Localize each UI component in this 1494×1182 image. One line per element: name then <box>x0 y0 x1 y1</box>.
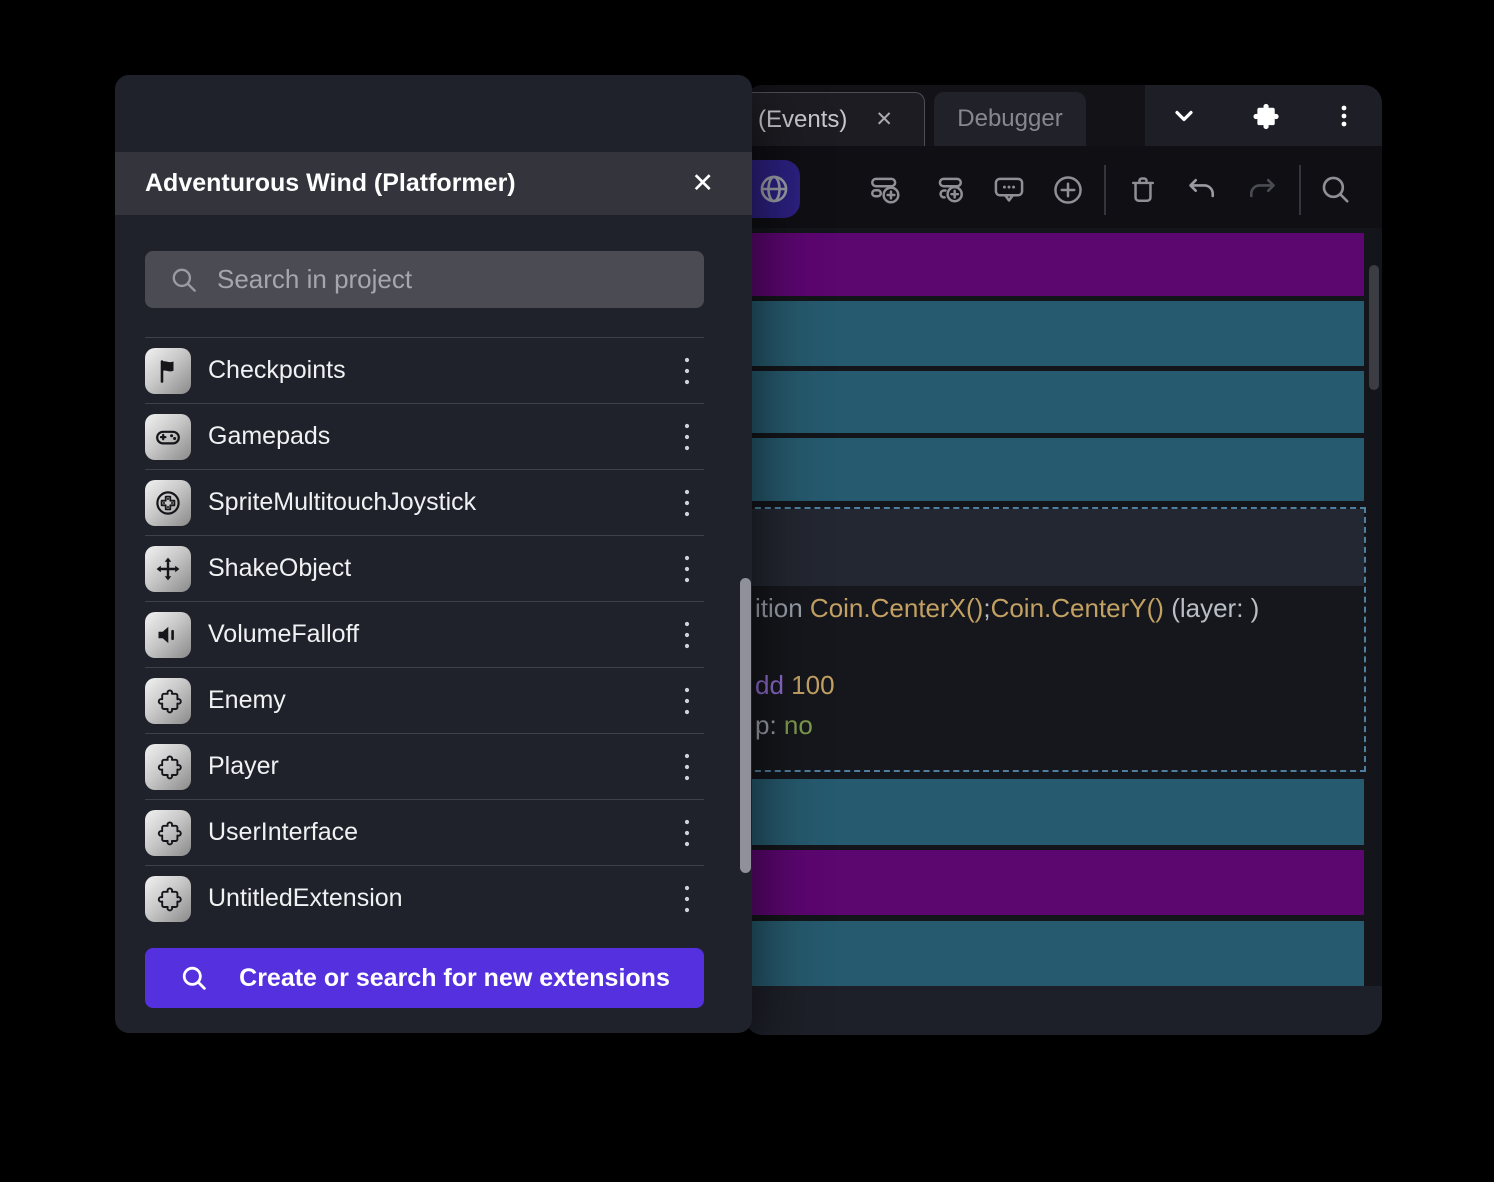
undo-icon <box>1189 178 1215 198</box>
search-icon <box>182 966 206 990</box>
search-input[interactable] <box>217 264 637 295</box>
collapse-tabs-button[interactable] <box>1166 98 1202 134</box>
list-item-gamepads[interactable]: Gamepads <box>145 403 704 469</box>
toolbar-divider <box>1299 165 1301 215</box>
delete-button[interactable] <box>1125 172 1161 208</box>
event-row[interactable] <box>745 233 1364 296</box>
tab-close-icon[interactable]: ✕ <box>875 109 893 130</box>
row-menu-button[interactable] <box>672 547 702 591</box>
redo-icon <box>1249 178 1275 198</box>
joystick-icon <box>145 479 191 526</box>
event-row[interactable] <box>745 371 1364 433</box>
add-subevent-button[interactable] <box>933 172 969 208</box>
tab-debugger-label: Debugger <box>957 105 1063 132</box>
event-row[interactable] <box>745 779 1364 845</box>
puzzle-icon <box>1253 103 1279 130</box>
desktop: (Events) ✕ Debugger ition Coin.CenterX()… <box>0 0 1494 1182</box>
chevron-down-icon <box>1175 110 1193 122</box>
event-sheet-footer <box>745 986 1382 1035</box>
events-toolbar <box>745 146 1382 228</box>
add-event-icon <box>871 177 900 204</box>
search-icon <box>1322 176 1349 203</box>
add-comment-button[interactable] <box>991 172 1027 208</box>
puzzle-icon <box>145 809 191 856</box>
selected-event-conditions <box>747 509 1364 586</box>
add-event-button[interactable] <box>868 172 904 208</box>
event-action-line: p: no <box>755 710 813 740</box>
row-menu-button[interactable] <box>672 613 702 657</box>
list-item-checkpoints[interactable]: Checkpoints <box>145 337 704 403</box>
event-sheet: ition Coin.CenterX();Coin.CenterY() (lay… <box>745 228 1382 1035</box>
extensions-button[interactable] <box>1246 98 1282 134</box>
row-menu-button[interactable] <box>672 877 702 921</box>
dialog-close-button[interactable]: ✕ <box>691 152 714 215</box>
event-action-line: dd 100 <box>755 670 835 700</box>
create-extension-button[interactable]: Create or search for new extensions <box>145 948 704 1008</box>
extensions-list: Checkpoints Gamepads SpriteMultitouchJoy… <box>145 337 704 931</box>
search-events-button[interactable] <box>1318 172 1354 208</box>
trash-icon <box>1131 177 1155 202</box>
event-action-line: ition Coin.CenterX();Coin.CenterY() (lay… <box>755 593 1260 623</box>
move-arrows-icon <box>145 545 191 592</box>
event-row[interactable] <box>745 438 1364 501</box>
redo-button[interactable] <box>1244 172 1280 208</box>
list-item-shakeobject[interactable]: ShakeObject <box>145 535 704 601</box>
circle-plus-icon <box>1054 176 1082 204</box>
row-menu-button[interactable] <box>672 415 702 459</box>
flag-icon <box>145 347 191 394</box>
globe-icon <box>760 175 787 203</box>
selected-event[interactable]: ition Coin.CenterX();Coin.CenterY() (lay… <box>745 507 1366 772</box>
search-icon <box>172 268 196 292</box>
add-instruction-button[interactable] <box>1050 172 1086 208</box>
create-extension-label: Create or search for new extensions <box>239 963 670 992</box>
events-editor-window: (Events) ✕ Debugger ition Coin.CenterX()… <box>745 85 1382 1035</box>
list-item-untitledextension[interactable]: UntitledExtension <box>145 865 704 931</box>
gamepad-icon <box>145 413 191 460</box>
puzzle-icon <box>145 875 191 922</box>
list-item-player[interactable]: Player <box>145 733 704 799</box>
add-comment-icon <box>994 177 1024 202</box>
events-scrollbar[interactable] <box>1369 265 1379 390</box>
undo-button[interactable] <box>1184 172 1220 208</box>
globe-button[interactable] <box>745 160 800 218</box>
row-menu-button[interactable] <box>672 481 702 525</box>
project-search-field[interactable] <box>145 251 704 308</box>
tab-debugger[interactable]: Debugger <box>934 92 1086 146</box>
add-subevent-icon <box>938 177 963 203</box>
toolbar-divider <box>1104 165 1106 215</box>
list-item-userinterface[interactable]: UserInterface <box>145 799 704 865</box>
tab-bar: (Events) ✕ Debugger <box>745 85 1382 146</box>
row-menu-button[interactable] <box>672 745 702 789</box>
event-row[interactable] <box>745 921 1364 986</box>
list-item-volumefalloff[interactable]: VolumeFalloff <box>145 601 704 667</box>
row-menu-button[interactable] <box>672 349 702 393</box>
puzzle-icon <box>145 743 191 790</box>
puzzle-icon <box>145 677 191 724</box>
kebab-menu-icon <box>1341 105 1347 127</box>
row-menu-button[interactable] <box>672 679 702 723</box>
list-item-enemy[interactable]: Enemy <box>145 667 704 733</box>
window-menu-button[interactable] <box>1326 98 1362 134</box>
tab-events-label: (Events) <box>758 105 848 133</box>
dialog-title: Adventurous Wind (Platformer) <box>145 169 516 197</box>
dialog-scrollbar[interactable] <box>740 578 751 873</box>
row-menu-button[interactable] <box>672 811 702 855</box>
tabbar-right-controls <box>1145 85 1382 146</box>
tab-events[interactable]: (Events) ✕ <box>745 92 925 146</box>
dialog-titlebar: Adventurous Wind (Platformer) ✕ <box>115 152 752 215</box>
list-item-spritemultitouchjoystick[interactable]: SpriteMultitouchJoystick <box>145 469 704 535</box>
volume-icon <box>145 611 191 658</box>
extensions-dialog: Adventurous Wind (Platformer) ✕ Checkpoi… <box>115 75 752 1033</box>
event-row[interactable] <box>745 850 1364 915</box>
event-row[interactable] <box>745 301 1364 366</box>
